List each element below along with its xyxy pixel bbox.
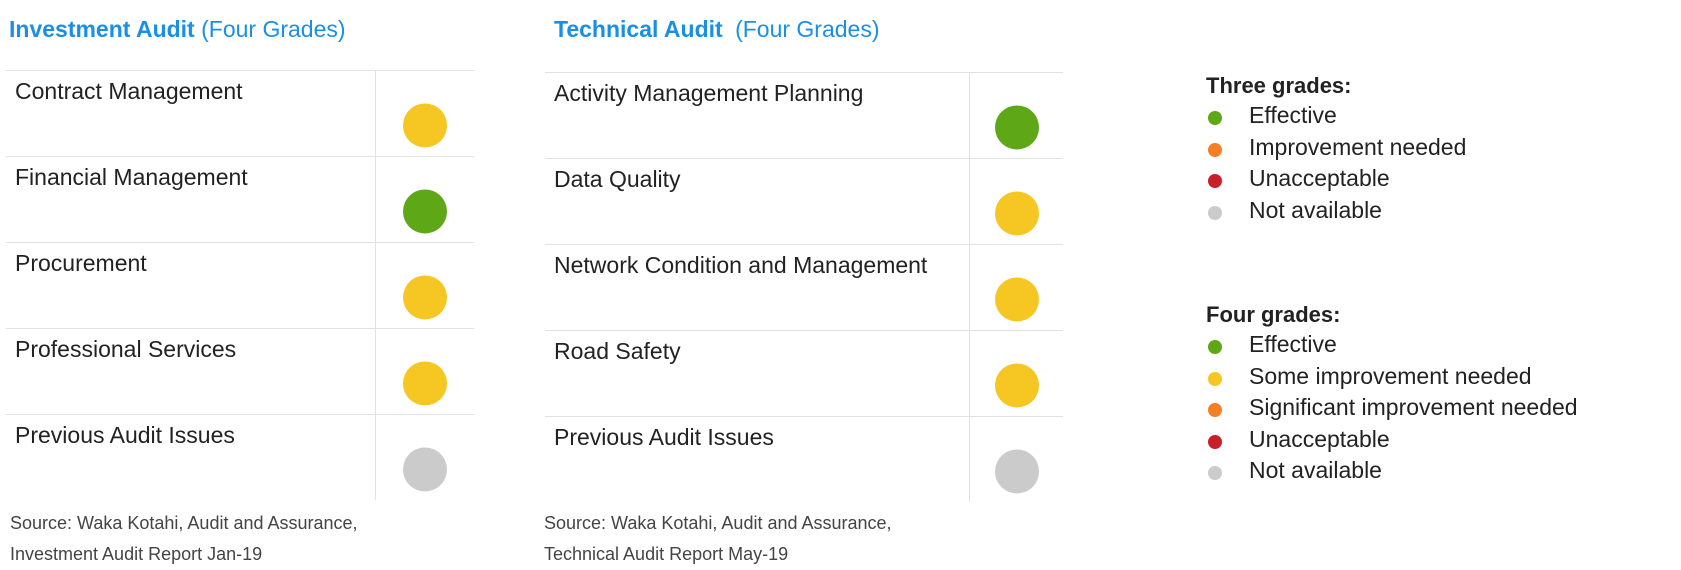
legend-label: Unacceptable [1249, 165, 1390, 191]
legend-label: Some improvement needed [1249, 362, 1532, 389]
legend-item: Unacceptable [1206, 164, 1390, 196]
legend-label: Not available [1249, 457, 1382, 483]
row-label: Procurement [15, 250, 147, 276]
status-dot [994, 448, 1039, 493]
legend-item: Some improvement needed [1206, 362, 1532, 394]
legend-item: Effective [1206, 101, 1352, 133]
status-cell [375, 415, 474, 500]
legend-dot [1208, 142, 1222, 157]
technical-audit-heading: Technical Audit [554, 16, 723, 42]
status-dot [994, 362, 1039, 407]
status-dot [403, 446, 447, 491]
legend-item: Not available [1206, 196, 1382, 228]
table-row: Network Condition and Management [545, 244, 1063, 330]
technical-audit-subtitle: (Four Grades) [735, 16, 880, 42]
status-cell [375, 71, 474, 156]
row-label: Road Safety [554, 338, 681, 364]
legend-item: Not available [1206, 456, 1382, 488]
status-dot [994, 104, 1039, 149]
legend-label: Improvement needed [1249, 133, 1467, 160]
technical-audit-title: Technical Audit (Four Grades) [554, 16, 880, 43]
legend-item: Improvement needed [1206, 133, 1466, 165]
legend-dot [1208, 403, 1222, 417]
table-row: Data Quality [545, 158, 1063, 244]
legend-four-grades: Four grades: Effective Some improvement … [1206, 302, 1578, 488]
investment-source-note: Source: Waka Kotahi, Audit and Assurance… [10, 508, 358, 570]
table-row: Previous Audit Issues [6, 414, 474, 500]
status-cell [969, 417, 1063, 502]
table-row: Activity Management Planning [545, 72, 1063, 158]
row-label: Previous Audit Issues [15, 422, 235, 448]
status-cell [969, 245, 1063, 330]
row-label: Activity Management Planning [554, 80, 864, 106]
row-label: Network Condition and Management [554, 252, 928, 278]
status-cell [969, 73, 1063, 158]
row-label: Financial Management [15, 164, 248, 190]
status-dot [994, 190, 1039, 235]
source-line: Investment Audit Report Jan-19 [10, 544, 263, 564]
legend-label: Effective [1249, 331, 1337, 357]
legend-dot [1208, 205, 1222, 220]
status-cell [969, 331, 1063, 416]
source-line: Source: Waka Kotahi, Audit and Assurance… [10, 513, 358, 533]
legend-title: Four grades: [1206, 302, 1341, 327]
table-row: Previous Audit Issues [545, 416, 1063, 502]
legend-item: Unacceptable [1206, 425, 1390, 457]
legend-item: Effective [1206, 330, 1340, 362]
row-label: Professional Services [15, 336, 237, 362]
technical-source-note: Source: Waka Kotahi, Audit and Assurance… [544, 508, 892, 570]
table-row: Road Safety [545, 330, 1063, 416]
source-line: Source: Waka Kotahi, Audit and Assurance… [544, 513, 892, 533]
technical-audit-table: Activity Management Planning Data Qualit… [545, 72, 1063, 502]
legend-dot [1208, 174, 1222, 188]
table-row: Contract Management [6, 70, 474, 156]
status-dot [994, 276, 1039, 321]
legend-dot [1208, 111, 1222, 125]
status-dot [403, 360, 447, 405]
row-label: Contract Management [15, 78, 243, 104]
legend-dot [1208, 371, 1222, 386]
legend-dot [1208, 340, 1222, 354]
legend-label: Unacceptable [1249, 425, 1390, 452]
table-row: Professional Services [6, 328, 474, 414]
legend-label: Effective [1249, 102, 1337, 128]
status-dot [403, 102, 447, 147]
status-dot [403, 188, 447, 233]
table-row: Financial Management [6, 156, 474, 242]
status-cell [375, 329, 474, 414]
investment-audit-title: Investment Audit (Four Grades) [9, 16, 346, 43]
row-label: Data Quality [554, 166, 681, 192]
legend-label: Not available [1249, 196, 1382, 223]
investment-audit-heading: Investment Audit [9, 16, 195, 42]
investment-audit-subtitle: (Four Grades) [201, 16, 346, 42]
source-line: Technical Audit Report May-19 [544, 544, 789, 564]
status-cell [375, 243, 474, 328]
legend-title: Three grades: [1206, 73, 1352, 98]
status-cell [969, 159, 1063, 244]
legend-label: Significant improvement needed [1249, 394, 1578, 420]
legend-dot [1208, 466, 1222, 480]
status-cell [375, 157, 474, 242]
investment-audit-table: Contract Management Financial Management… [6, 70, 474, 500]
legend-dot [1208, 434, 1222, 449]
table-row: Procurement [6, 242, 474, 328]
legend-three-grades: Three grades: Effective Improvement need… [1206, 73, 1466, 228]
status-dot [403, 274, 447, 319]
legend-item: Significant improvement needed [1206, 393, 1578, 425]
row-label: Previous Audit Issues [554, 424, 774, 450]
